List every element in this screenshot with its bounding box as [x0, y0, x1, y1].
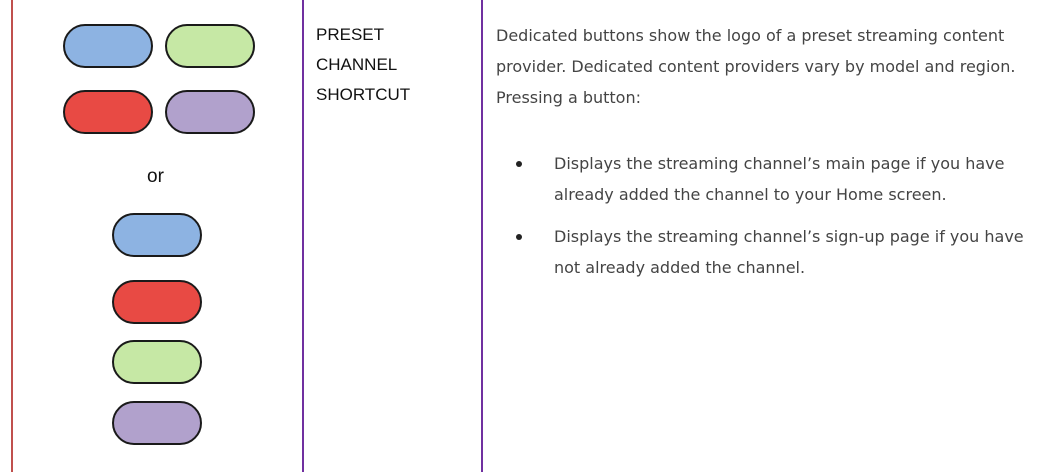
column-divider-1: [302, 0, 304, 472]
feature-name: PRESET CHANNEL SHORTCUT: [316, 20, 410, 110]
bullet-dot-icon: [516, 234, 522, 240]
feature-name-line: PRESET: [316, 25, 385, 44]
bullet-item: Displays the streaming channel’s sign-up…: [496, 221, 1044, 283]
or-separator-label: or: [147, 166, 164, 187]
preset-button-blue: [63, 24, 153, 68]
preset-button-green: [165, 24, 255, 68]
preset-button-purple: [165, 90, 255, 134]
description-bullet-list: Displays the streaming channel’s main pa…: [496, 148, 1044, 294]
bullet-dot-icon: [516, 161, 522, 167]
stacked-button-blue: [112, 213, 202, 257]
column-divider-2: [481, 0, 483, 472]
stacked-button-green: [112, 340, 202, 384]
table-left-border: [11, 0, 13, 472]
bullet-text: Displays the streaming channel’s main pa…: [554, 154, 1005, 204]
feature-name-line: CHANNEL: [316, 55, 398, 74]
description-intro: Dedicated buttons show the logo of a pre…: [496, 26, 1016, 107]
bullet-item: Displays the streaming channel’s main pa…: [496, 148, 1044, 210]
bullet-text: Displays the streaming channel’s sign-up…: [554, 227, 1024, 277]
stacked-button-purple: [112, 401, 202, 445]
feature-name-line: SHORTCUT: [316, 85, 411, 104]
stacked-button-red: [112, 280, 202, 324]
preset-button-red: [63, 90, 153, 134]
